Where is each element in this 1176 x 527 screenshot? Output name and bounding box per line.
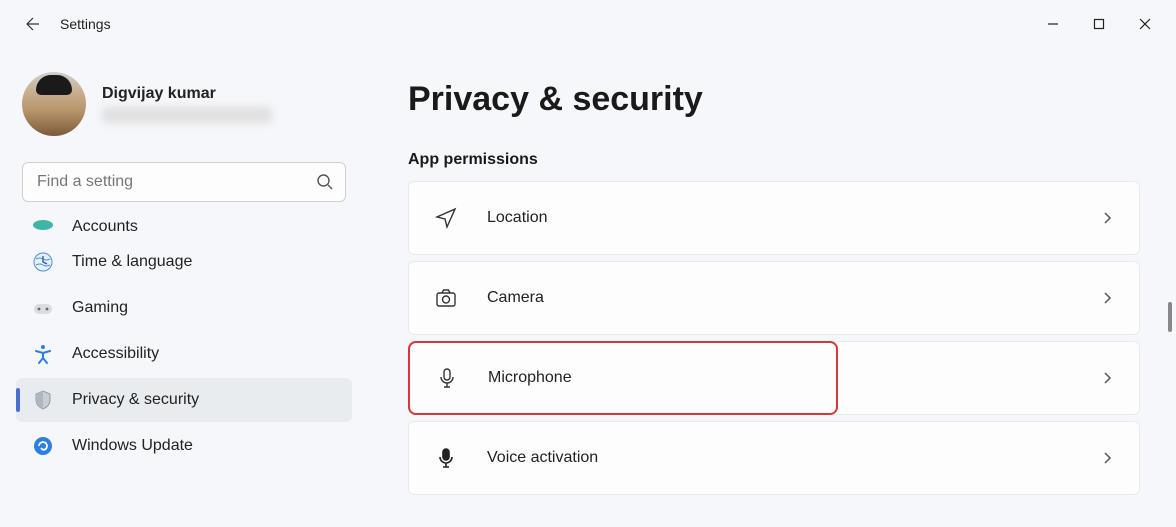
accounts-icon (32, 214, 54, 236)
sidebar: Digvijay kumar Accounts (0, 48, 368, 527)
minimize-button[interactable] (1030, 8, 1076, 40)
section-title: App permissions (408, 151, 1140, 169)
sidebar-item-label: Accounts (72, 218, 138, 236)
main-content: Privacy & security App permissions Locat… (368, 48, 1176, 527)
sidebar-item-label: Gaming (72, 299, 128, 317)
main-scrollbar[interactable] (1168, 302, 1172, 332)
chevron-right-icon (1099, 370, 1115, 386)
close-button[interactable] (1122, 8, 1168, 40)
card-camera[interactable]: Camera (408, 261, 1140, 335)
profile-block[interactable]: Digvijay kumar (22, 72, 346, 136)
card-label: Camera (487, 289, 544, 307)
location-icon (433, 205, 459, 231)
sidebar-item-label: Windows Update (72, 437, 193, 455)
sidebar-item-accessibility[interactable]: Accessibility (16, 332, 352, 376)
microphone-icon (434, 365, 460, 391)
chevron-right-icon (1099, 450, 1115, 466)
sidebar-item-label: Privacy & security (72, 391, 199, 409)
profile-email-blurred (102, 107, 272, 123)
card-label: Location (487, 209, 548, 227)
card-microphone[interactable]: Microphone (408, 341, 838, 415)
shield-icon (32, 389, 54, 411)
app-title: Settings (60, 16, 111, 32)
sidebar-item-accounts[interactable]: Accounts (16, 216, 352, 238)
card-voice-activation[interactable]: Voice activation (408, 421, 1140, 495)
gaming-icon (32, 297, 54, 319)
sidebar-item-gaming[interactable]: Gaming (16, 286, 352, 330)
update-icon (32, 435, 54, 457)
accessibility-icon (32, 343, 54, 365)
camera-icon (433, 285, 459, 311)
avatar (22, 72, 86, 136)
chevron-right-icon (1099, 210, 1115, 226)
sidebar-item-windows-update[interactable]: Windows Update (16, 424, 352, 468)
sidebar-item-label: Accessibility (72, 345, 159, 363)
time-icon (32, 251, 54, 273)
card-label: Voice activation (487, 449, 598, 467)
back-button[interactable] (22, 14, 42, 34)
card-label: Microphone (488, 369, 572, 387)
maximize-button[interactable] (1076, 8, 1122, 40)
sidebar-item-label: Time & language (72, 253, 192, 271)
sidebar-item-privacy-security[interactable]: Privacy & security (16, 378, 352, 422)
voice-icon (433, 445, 459, 471)
profile-name: Digvijay kumar (102, 85, 272, 103)
card-location[interactable]: Location (408, 181, 1140, 255)
sidebar-item-time-language[interactable]: Time & language (16, 240, 352, 284)
page-title: Privacy & security (408, 80, 1140, 119)
sidebar-nav: Accounts Time & language (16, 214, 352, 527)
chevron-right-icon (1099, 290, 1115, 306)
search-input[interactable] (22, 162, 346, 202)
titlebar: Settings (0, 0, 1176, 48)
